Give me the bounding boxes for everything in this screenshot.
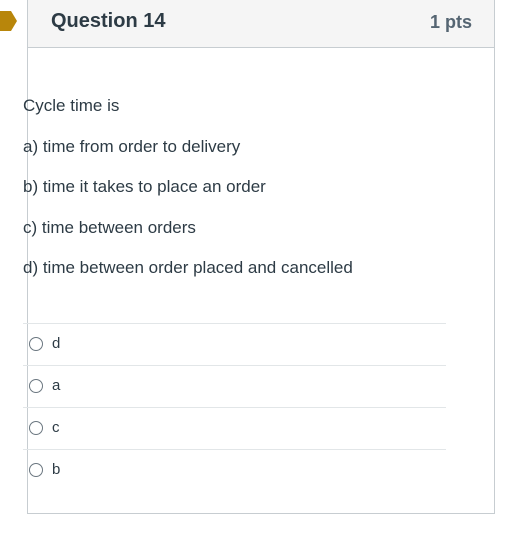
answer-label[interactable]: a	[52, 377, 60, 394]
question-points: 1 pts	[429, 12, 472, 32]
question-option-text: a) time from order to delivery	[23, 136, 241, 156]
answer-label[interactable]: c	[52, 419, 60, 436]
question-header: Question 14 1 pts	[28, 0, 494, 48]
answer-label[interactable]: d	[52, 335, 60, 352]
question-text: Cycle time is a) time from order to deli…	[23, 96, 443, 299]
question-title: Question 14	[51, 10, 166, 32]
question-option-text: c) time between orders	[23, 217, 196, 237]
radio-button-icon[interactable]	[29, 379, 43, 393]
question-option-text: d) time between order placed and cancell…	[23, 258, 353, 277]
question-option-text: b) time it takes to place an order	[23, 177, 266, 196]
bookmark-flag-icon[interactable]	[0, 11, 17, 31]
radio-button-icon[interactable]	[29, 463, 43, 477]
radio-button-icon[interactable]	[29, 337, 43, 351]
answer-option-c[interactable]: c	[23, 407, 446, 449]
answer-label[interactable]: b	[52, 461, 60, 478]
answer-list: d a c b	[23, 323, 446, 491]
answer-option-d[interactable]: d	[23, 323, 446, 365]
answer-option-b[interactable]: b	[23, 449, 446, 491]
question-stem: Cycle time is	[23, 96, 120, 115]
radio-button-icon[interactable]	[29, 421, 43, 435]
answer-option-a[interactable]: a	[23, 365, 446, 407]
